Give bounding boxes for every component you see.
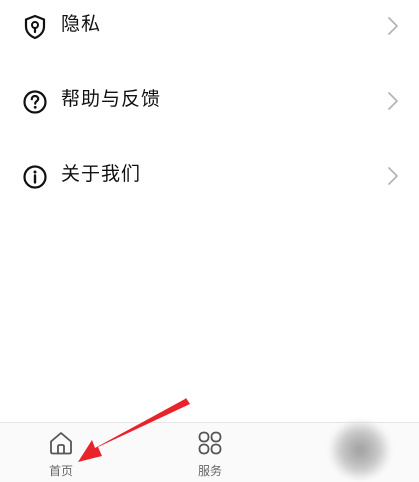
tab-services-label: 服务 <box>197 464 222 478</box>
blurred-tab-icon <box>330 421 390 479</box>
menu-item-label: 帮助与反馈 <box>61 88 162 110</box>
annotation-arrow <box>78 398 190 462</box>
grid-icon <box>198 431 222 455</box>
tab-services[interactable]: 服务 <box>170 423 250 482</box>
shield-keyhole-icon <box>24 14 46 40</box>
menu-item-about-us[interactable]: 关于我们 <box>0 150 419 206</box>
menu-item-label: 隐私 <box>61 13 102 35</box>
bottom-tab-bar: 首页 服务 <box>0 421 419 482</box>
tab-home-label: 首页 <box>48 464 73 478</box>
question-circle-icon <box>23 90 47 114</box>
home-icon <box>50 432 72 455</box>
tab-home[interactable]: 首页 <box>21 423 101 482</box>
menu-item-help-feedback[interactable]: 帮助与反馈 <box>0 75 419 131</box>
chevron-right-icon <box>388 167 398 185</box>
info-circle-icon <box>23 165 47 189</box>
settings-screen: 隐私 帮助与反馈 关于我们 首页 服务 <box>0 0 419 482</box>
menu-item-label: 关于我们 <box>61 163 142 185</box>
chevron-right-icon <box>388 17 398 35</box>
menu-item-privacy[interactable]: 隐私 <box>0 0 419 56</box>
chevron-right-icon <box>388 92 398 110</box>
